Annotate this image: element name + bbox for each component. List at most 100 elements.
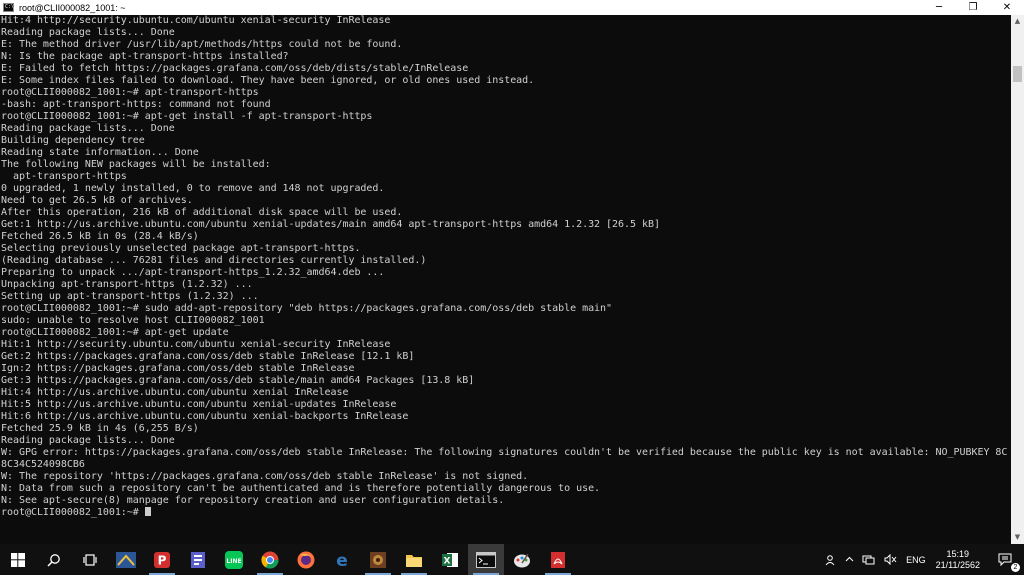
task-view-button[interactable] (72, 544, 108, 575)
terminal-line: Hit:4 http://security.ubuntu.com/ubuntu … (1, 15, 391, 26)
terminal-line: The following NEW packages will be insta… (1, 159, 271, 170)
terminal-line: Selecting previously unselected package … (1, 243, 361, 254)
terminal-line: Preparing to unpack .../apt-transport-ht… (1, 267, 385, 278)
terminal-line: E: Some index files failed to download. … (1, 75, 535, 86)
notification-count-badge: 2 (1011, 563, 1020, 572)
terminal-line: Get:3 https://packages.grafana.com/oss/d… (1, 375, 475, 386)
app-blue-icon (116, 551, 136, 568)
clock-date: 21/11/2562 (935, 559, 980, 570)
people-icon[interactable] (821, 554, 841, 566)
terminal-line: W: GPG error: https://packages.grafana.c… (1, 447, 1008, 458)
window-title: root@CLII000082_1001: ~ (19, 2, 126, 13)
terminal-line: Hit:1 http://security.ubuntu.com/ubuntu … (1, 339, 391, 350)
excel-icon: X (441, 551, 459, 569)
taskbar-app-3[interactable] (180, 544, 216, 575)
terminal-line: root@CLII000082_1001:~# apt-transport-ht… (1, 87, 259, 98)
terminal-line: root@CLII000082_1001:~# sudo add-apt-rep… (1, 303, 613, 314)
system-tray: ENG 15:19 21/11/2562 2 (821, 544, 1024, 575)
clock[interactable]: 15:19 21/11/2562 (930, 549, 986, 571)
notification-icon (998, 553, 1012, 566)
terminal-line: Fetched 26.5 kB in 0s (28.4 kB/s) (1, 231, 199, 242)
terminal-line: Need to get 26.5 kB of archives. (1, 195, 193, 206)
terminal-line: Unpacking apt-transport-https (1.2.32) .… (1, 279, 253, 290)
scroll-down-icon[interactable]: ▼ (1011, 531, 1024, 544)
terminal-line: Reading package lists... Done (1, 435, 175, 446)
terminal-line: 8C34C524098CB6 (1, 459, 85, 470)
paint-icon (513, 551, 531, 569)
edge-icon: e (333, 551, 351, 569)
taskbar-app-line[interactable]: LINE (216, 544, 252, 575)
chevron-up-icon[interactable] (841, 555, 858, 564)
terminal-line: Setting up apt-transport-https (1.2.32) … (1, 291, 259, 302)
taskbar-app-explorer[interactable] (396, 544, 432, 575)
pdf-icon (550, 551, 566, 569)
svg-text:e: e (336, 551, 348, 569)
terminal-line: Hit:5 http://us.archive.ubuntu.com/ubunt… (1, 399, 397, 410)
terminal-line: root@CLII000082_1001:~# apt-get install … (1, 111, 373, 122)
app-red-p-icon: P (153, 551, 171, 569)
close-button[interactable]: ✕ (990, 0, 1024, 15)
terminal-line: Reading state information... Done (1, 147, 199, 158)
search-icon (47, 553, 61, 567)
volume-icon[interactable] (880, 554, 902, 565)
taskbar-app-chrome[interactable] (252, 544, 288, 575)
taskbar-app-paint[interactable] (504, 544, 540, 575)
taskbar-app-pdf[interactable] (540, 544, 576, 575)
maximize-button[interactable]: ❐ (956, 0, 990, 15)
terminal-line: Hit:6 http://us.archive.ubuntu.com/ubunt… (1, 411, 409, 422)
text-cursor (144, 507, 151, 516)
terminal-line: Get:1 http://us.archive.ubuntu.com/ubunt… (1, 219, 660, 230)
terminal-line: Reading package lists... Done (1, 27, 175, 38)
network-icon[interactable] (858, 554, 880, 565)
firefox-icon (297, 551, 315, 569)
terminal-line: E: The method driver /usr/lib/apt/method… (1, 39, 403, 50)
console-app-icon: C:\ (3, 3, 15, 12)
task-view-icon (83, 553, 97, 567)
line-icon: LINE (225, 550, 243, 569)
taskbar-app-terminal[interactable] (468, 544, 504, 575)
terminal-line: apt-transport-https (1, 171, 127, 182)
minimize-button[interactable]: ─ (922, 0, 956, 15)
shell-prompt: root@CLII000082_1001:~# (1, 507, 145, 518)
terminal-line: Hit:4 http://us.archive.ubuntu.com/ubunt… (1, 387, 349, 398)
taskbar-app-firefox[interactable] (288, 544, 324, 575)
scroll-up-icon[interactable]: ▲ (1011, 15, 1024, 28)
terminal-line: Get:2 https://packages.grafana.com/oss/d… (1, 351, 415, 362)
terminal-line: N: See apt-secure(8) manpage for reposit… (1, 495, 505, 506)
taskbar: P LINE e X ENG 15:19 21/11/2562 2 (0, 544, 1024, 575)
terminal-output[interactable]: Hit:4 http://security.ubuntu.com/ubuntu … (0, 15, 1011, 544)
svg-text:X: X (444, 556, 451, 566)
terminal-line: Fetched 25.9 kB in 4s (6,255 B/s) (1, 423, 199, 434)
vertical-scrollbar[interactable]: ▲ ▼ (1011, 15, 1024, 544)
svg-text:P: P (158, 553, 167, 567)
terminal-line: E: Failed to fetch https://packages.graf… (1, 63, 469, 74)
terminal-icon (476, 551, 496, 568)
terminal-line: Ign:2 https://packages.grafana.com/oss/d… (1, 363, 355, 374)
taskbar-app-7[interactable] (360, 544, 396, 575)
svg-text:LINE: LINE (226, 558, 241, 565)
terminal-line: root@CLII000082_1001:~# apt-get update (1, 327, 229, 338)
terminal-line: -bash: apt-transport-https: command not … (1, 99, 271, 110)
taskbar-app-excel[interactable]: X (432, 544, 468, 575)
terminal-line: N: Data from such a repository can't be … (1, 483, 601, 494)
window-title-bar[interactable]: C:\ root@CLII000082_1001: ~ ─ ❐ ✕ (0, 0, 1024, 15)
app-purple-icon (190, 551, 206, 569)
search-button[interactable] (36, 544, 72, 575)
terminal-line: N: Is the package apt-transport-https in… (1, 51, 289, 62)
taskbar-apps: P LINE e X (0, 544, 576, 575)
start-button[interactable] (0, 544, 36, 575)
terminal-line: After this operation, 216 kB of addition… (1, 207, 403, 218)
terminal-line: W: The repository 'https://packages.graf… (1, 471, 529, 482)
terminal-line: 0 upgraded, 1 newly installed, 0 to remo… (1, 183, 385, 194)
action-center-button[interactable]: 2 (986, 544, 1024, 575)
terminal-line: Reading package lists... Done (1, 123, 175, 134)
scroll-thumb[interactable] (1013, 66, 1022, 82)
taskbar-app-2[interactable]: P (144, 544, 180, 575)
taskbar-app-edge[interactable]: e (324, 544, 360, 575)
language-indicator[interactable]: ENG (902, 555, 930, 565)
windows-logo-icon (11, 552, 25, 567)
folder-icon (405, 552, 423, 568)
terminal-line: sudo: unable to resolve host CLII000082_… (1, 315, 265, 326)
taskbar-app-1[interactable] (108, 544, 144, 575)
terminal-prompt-line[interactable]: root@CLII000082_1001:~# (0, 507, 1011, 519)
